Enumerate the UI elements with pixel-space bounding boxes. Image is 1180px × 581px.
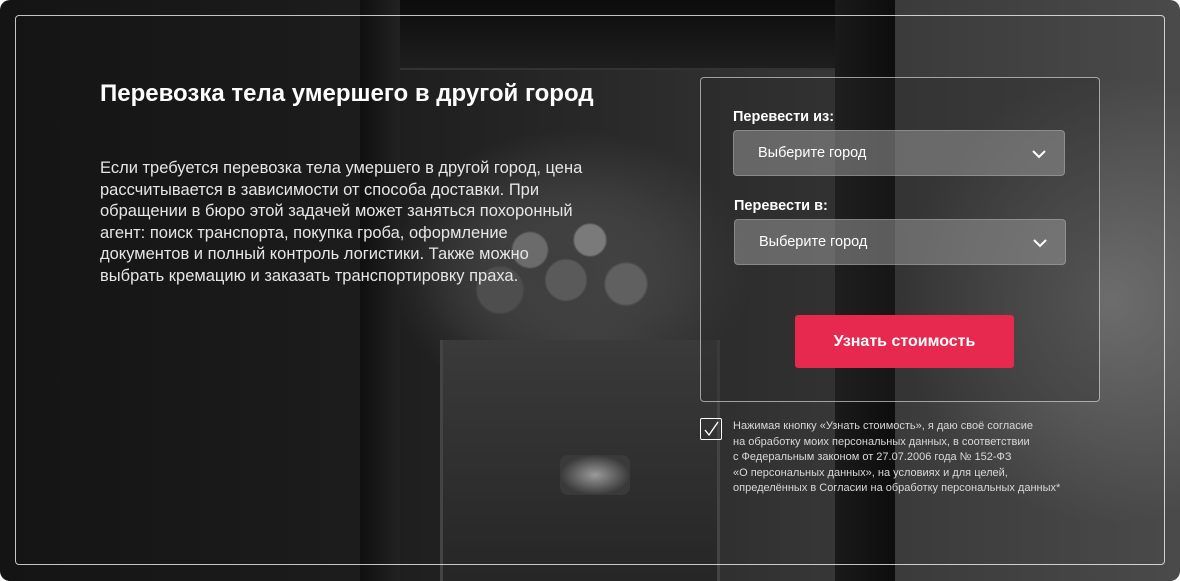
to-city-value: Выберите город: [759, 234, 868, 250]
to-city-select[interactable]: Выберите город: [734, 219, 1066, 265]
chevron-down-icon: [1032, 150, 1046, 159]
consent-line: на обработку моих персональных данных, в…: [733, 435, 1030, 448]
consent-line: определённых в Согласии на обработку пер…: [733, 482, 1061, 495]
from-city-label: Перевести из:: [733, 109, 835, 125]
hero-banner: Перевозка тела умершего в другой город Е…: [0, 0, 1180, 581]
consent-line: «О персональных данных», на условиях и д…: [733, 466, 1008, 479]
from-city-select[interactable]: Выберите город: [733, 130, 1065, 176]
consent-line: Нажимая кнопку «Узнать стоимость», я даю…: [733, 420, 1034, 432]
consent-text: Нажимая кнопку «Узнать стоимость», я даю…: [733, 419, 1113, 497]
consent-line: с Федеральным законом от 27.07.2006 года…: [733, 451, 1012, 464]
hero-description: Если требуется перевозка тела умершего в…: [100, 159, 583, 285]
chevron-down-icon: [1033, 239, 1047, 248]
to-city-label: Перевести в:: [734, 198, 828, 214]
get-price-button[interactable]: Узнать стоимость: [795, 315, 1014, 368]
consent-checkbox[interactable]: [700, 418, 722, 440]
checkmark-icon: [704, 421, 719, 437]
from-city-value: Выберите город: [758, 145, 867, 161]
page-title: Перевозка тела умершего в другой город: [100, 80, 594, 107]
